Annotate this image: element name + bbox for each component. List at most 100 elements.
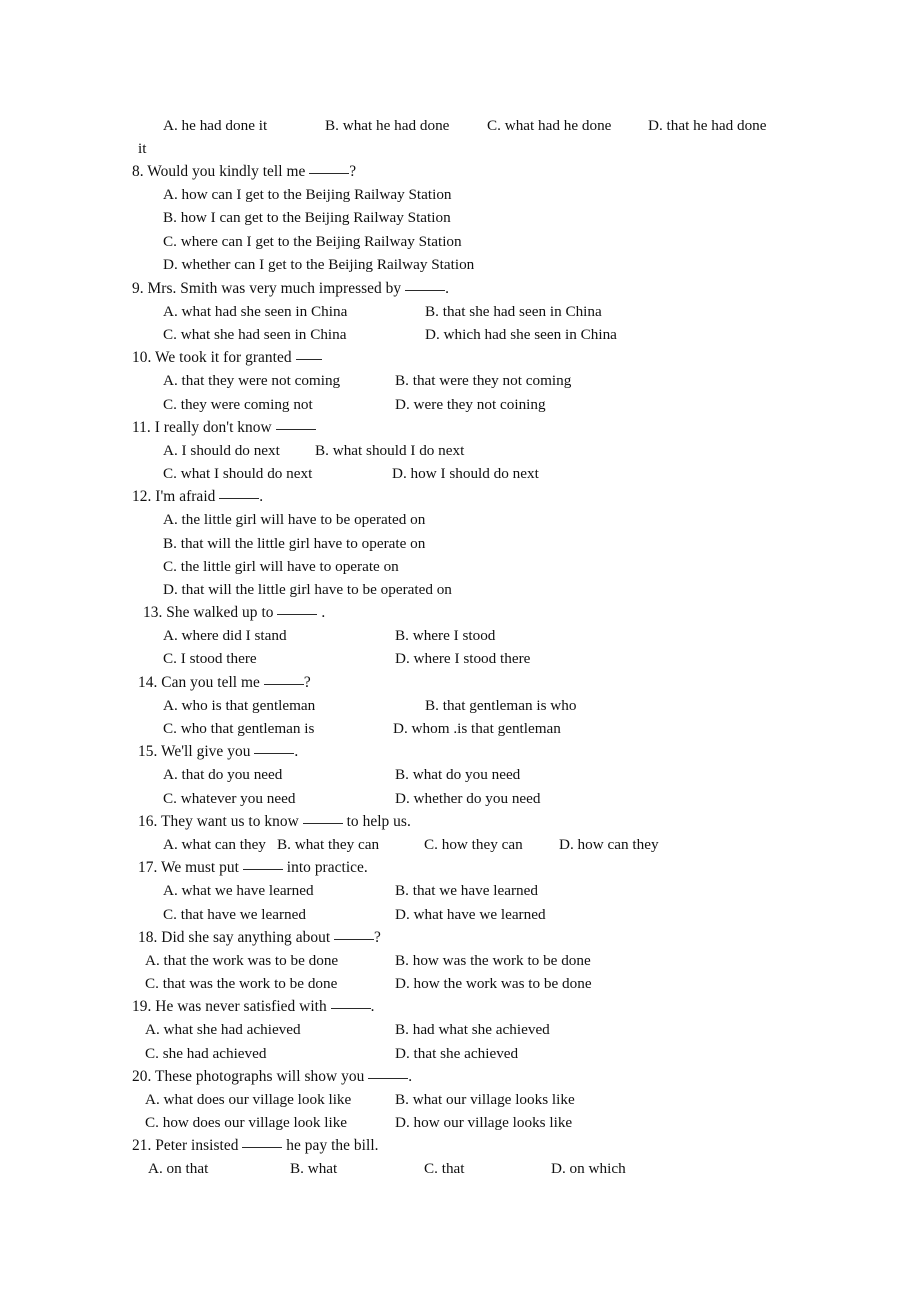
question-stem-suffix: . (408, 1068, 413, 1085)
worksheet-page: A. he had done it B. what he had done C.… (0, 0, 920, 1302)
option-item: B. what (290, 1160, 338, 1177)
question-stem-suffix: ? (303, 674, 311, 691)
question-stem-text: 9. Mrs. Smith was very much impressed by (132, 280, 406, 297)
question-stem-text: 14. Can you tell me (138, 674, 264, 691)
option-item: C. that (424, 1160, 465, 1177)
option-item: C. they were coming not (163, 396, 313, 413)
question-stem-text: 10. We took it for granted (132, 349, 296, 366)
option-item: D. that she achieved (395, 1045, 519, 1062)
question-stem-suffix: . (259, 488, 264, 505)
option-item: B. what should I do next (315, 442, 465, 459)
option-item: D. on which (551, 1160, 626, 1177)
option-item: B. what do you need (395, 766, 521, 783)
option-item: A. what can they (163, 836, 266, 853)
answer-blank (263, 684, 304, 685)
option-item: A. the little girl will have to be opera… (163, 511, 426, 528)
question-stem-9: 9. Mrs. Smith was very much impressed by… (132, 280, 449, 298)
question-stem-suffix: . (370, 998, 375, 1015)
option-item: C. what had he done (487, 117, 612, 134)
question-stem-17: 17. We must put into practice. (138, 859, 368, 877)
question-stem-21: 21. Peter insisted he pay the bill. (132, 1137, 379, 1155)
question-stem-suffix: . (317, 604, 326, 621)
option-item: A. that they were not coming (163, 372, 341, 389)
option-item: B. what they can (277, 836, 380, 853)
option-item: B. what he had done (325, 117, 450, 134)
wrapped-option-tail: it (138, 140, 147, 157)
question-stem-suffix: ? (349, 163, 357, 180)
question-stem-15: 15. We'll give you . (138, 743, 298, 761)
question-stem-suffix: into practice. (282, 859, 368, 876)
option-item: D. how the work was to be done (395, 975, 592, 992)
question-stem-text: 21. Peter insisted (132, 1137, 243, 1154)
option-item: A. that do you need (163, 766, 283, 783)
option-item: C. what I should do next (163, 465, 313, 482)
option-item: A. what had she seen in China (163, 303, 348, 320)
answer-blank (334, 939, 375, 940)
answer-blank (309, 173, 350, 174)
option-item: C. that was the work to be done (145, 975, 338, 992)
question-stem-suffix: he pay the bill. (282, 1137, 379, 1154)
question-stem-10: 10. We took it for granted (132, 349, 322, 367)
option-item: B. what our village looks like (395, 1091, 575, 1108)
option-item: A. who is that gentleman (163, 697, 316, 714)
question-stem-text: 12. I'm afraid (132, 488, 220, 505)
option-item: A. what she had achieved (145, 1021, 301, 1038)
answer-blank (277, 614, 318, 615)
option-item: A. how can I get to the Beijing Railway … (163, 186, 452, 203)
answer-blank (302, 823, 343, 824)
option-item: A. that the work was to be done (145, 952, 339, 969)
option-item: D. how I should do next (392, 465, 539, 482)
option-item: B. how I can get to the Beijing Railway … (163, 209, 451, 226)
question-stem-16: 16. They want us to know to help us. (138, 813, 411, 831)
question-stem-8: 8. Would you kindly tell me ? (132, 163, 356, 181)
question-stem-text: 13. She walked up to (143, 604, 278, 621)
question-stem-suffix: to help us. (342, 813, 411, 830)
answer-blank (242, 869, 283, 870)
option-item: A. where did I stand (163, 627, 287, 644)
option-item: A. what does our village look like (145, 1091, 352, 1108)
option-item: C. how does our village look like (145, 1114, 348, 1131)
question-stem-20: 20. These photographs will show you . (132, 1068, 412, 1086)
question-stem-12: 12. I'm afraid . (132, 488, 263, 506)
option-item: C. how they can (424, 836, 523, 853)
question-stem-suffix: ? (374, 929, 381, 946)
question-stem-text: 11. I really don't know (132, 419, 276, 436)
option-item: B. that we have learned (395, 882, 538, 899)
option-item: D. that he had done (648, 117, 767, 134)
question-stem-text: 20. These photographs will show you (132, 1068, 369, 1085)
answer-blank (368, 1078, 409, 1079)
question-stem-text: 17. We must put (138, 859, 243, 876)
answer-blank (219, 498, 260, 499)
option-item: B. how was the work to be done (395, 952, 591, 969)
option-item: C. she had achieved (145, 1045, 267, 1062)
question-stem-text: 19. He was never satisfied with (132, 998, 331, 1015)
question-stem-text: 15. We'll give you (138, 743, 255, 760)
answer-blank (275, 429, 316, 430)
question-stem-19: 19. He was never satisfied with . (132, 998, 375, 1016)
option-item: C. I stood there (163, 650, 257, 667)
option-item: D. that will the little girl have to be … (163, 581, 452, 598)
option-item: A. he had done it (163, 117, 268, 134)
question-stem-13: 13. She walked up to . (143, 604, 325, 622)
question-stem-suffix: . (445, 280, 449, 297)
option-item: D. whether do you need (395, 790, 541, 807)
option-item: C. the little girl will have to operate … (163, 558, 399, 575)
option-item: D. whether can I get to the Beijing Rail… (163, 256, 475, 273)
option-item: D. where I stood there (395, 650, 531, 667)
answer-blank (330, 1008, 371, 1009)
answer-blank (295, 359, 322, 360)
option-item: D. how our village looks like (395, 1114, 573, 1131)
option-item: B. where I stood (395, 627, 496, 644)
option-item: A. I should do next (163, 442, 280, 459)
answer-blank (254, 753, 295, 754)
question-stem-11: 11. I really don't know (132, 419, 316, 437)
option-item: C. that have we learned (163, 906, 306, 923)
option-item: B. that were they not coming (395, 372, 572, 389)
option-item: C. where can I get to the Beijing Railwa… (163, 233, 462, 250)
option-item: C. whatever you need (163, 790, 296, 807)
option-item: D. whom .is that gentleman (393, 720, 561, 737)
option-item: C. what she had seen in China (163, 326, 347, 343)
option-item: D. which had she seen in China (425, 326, 617, 343)
question-stem-suffix: . (294, 743, 299, 760)
question-stem-text: 8. Would you kindly tell me (132, 163, 310, 180)
